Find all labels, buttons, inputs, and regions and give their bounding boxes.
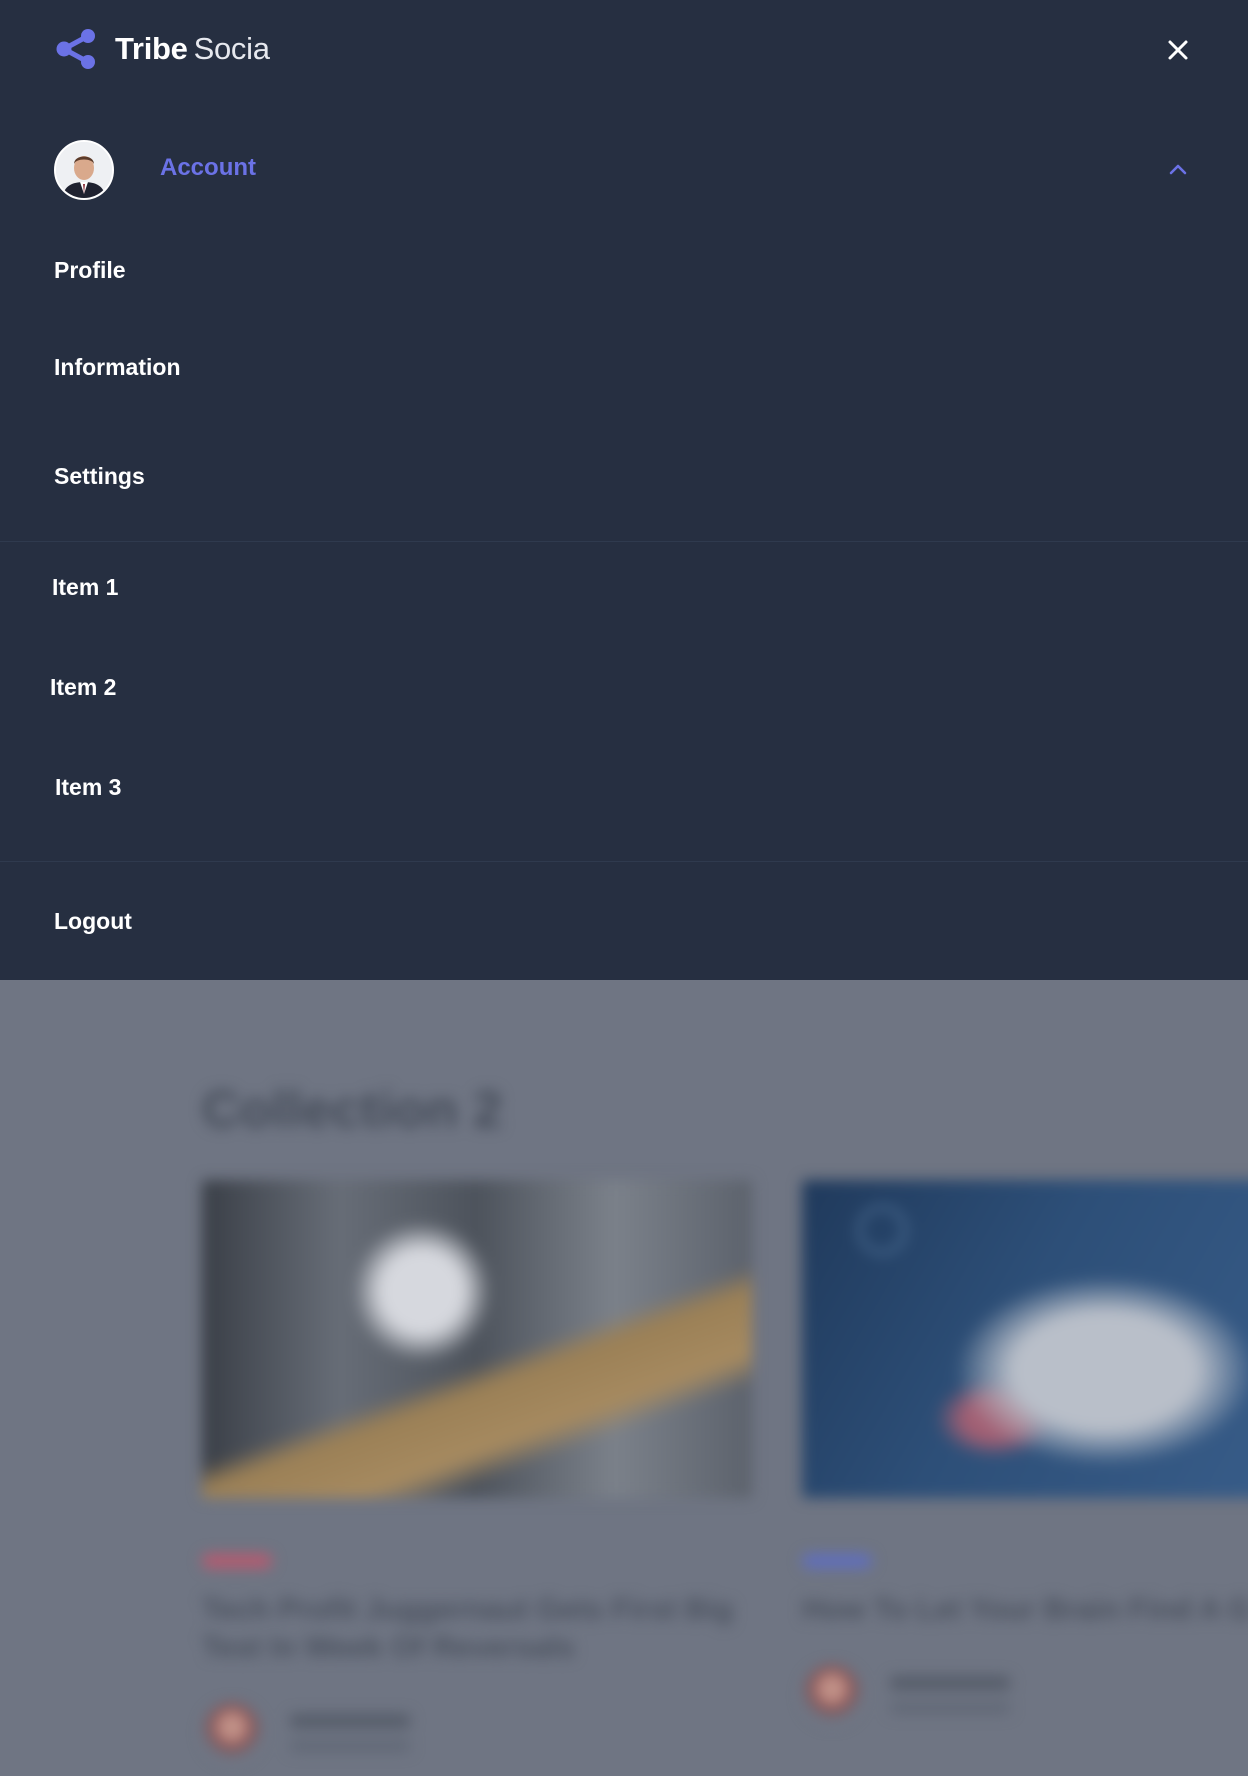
- share-icon: [56, 29, 95, 69]
- menu-divider: [0, 541, 1248, 542]
- author-avatar: [802, 1665, 862, 1725]
- logout-link[interactable]: Logout: [54, 908, 132, 935]
- card-headline[interactable]: Tech Profit Juggernaut Gets First Big Te…: [202, 1591, 752, 1667]
- menu-item-3[interactable]: Item 3: [55, 774, 121, 801]
- user-portrait: [56, 142, 112, 198]
- card-image: [802, 1180, 1248, 1498]
- account-toggle[interactable]: Account: [54, 140, 1194, 202]
- author-date-placeholder: [290, 1740, 410, 1752]
- menu-item-settings[interactable]: Settings: [54, 463, 145, 490]
- article-card[interactable]: Tech Profit Juggernaut Gets First Big Te…: [202, 1180, 752, 1763]
- author-meta: [290, 1714, 410, 1752]
- author-avatar: [202, 1703, 262, 1763]
- menu-item-information[interactable]: Information: [54, 354, 181, 381]
- menu-item-1[interactable]: Item 1: [52, 574, 118, 601]
- author-name-placeholder: [290, 1714, 410, 1728]
- account-label: Account: [160, 154, 256, 181]
- author-name-placeholder: [890, 1676, 1010, 1690]
- background-page: Collection 2 Tech Profit Juggernaut Gets…: [0, 980, 1248, 1776]
- card-author: [202, 1703, 752, 1763]
- author-date-placeholder: [890, 1702, 1010, 1714]
- close-button[interactable]: [1160, 32, 1196, 68]
- card-image: [202, 1180, 752, 1498]
- avatar: [54, 140, 114, 200]
- chevron-up-icon[interactable]: [1166, 158, 1190, 182]
- background-blur-layer: Collection 2 Tech Profit Juggernaut Gets…: [0, 980, 1248, 1776]
- close-icon: [1168, 40, 1188, 60]
- card-author: [802, 1665, 1248, 1725]
- author-meta: [890, 1676, 1010, 1714]
- brand-name-bold: Tribe: [115, 31, 188, 66]
- brand-logo[interactable]: Tribe Socia: [55, 27, 270, 71]
- menu-item-2[interactable]: Item 2: [50, 674, 116, 701]
- category-badge: [202, 1554, 272, 1568]
- collection-title: Collection 2: [202, 1081, 503, 1139]
- card-headline[interactable]: How To Let Your Brain Find A G Mike: [802, 1591, 1248, 1629]
- article-card[interactable]: How To Let Your Brain Find A G Mike: [802, 1180, 1248, 1725]
- brand-name: Tribe Socia: [115, 31, 270, 67]
- brand-name-light: Socia: [193, 31, 270, 66]
- menu-divider: [0, 861, 1248, 862]
- menu-item-profile[interactable]: Profile: [54, 257, 126, 284]
- category-badge: [802, 1554, 872, 1568]
- navigation-menu: Tribe Socia Account Profile Information S…: [0, 0, 1248, 980]
